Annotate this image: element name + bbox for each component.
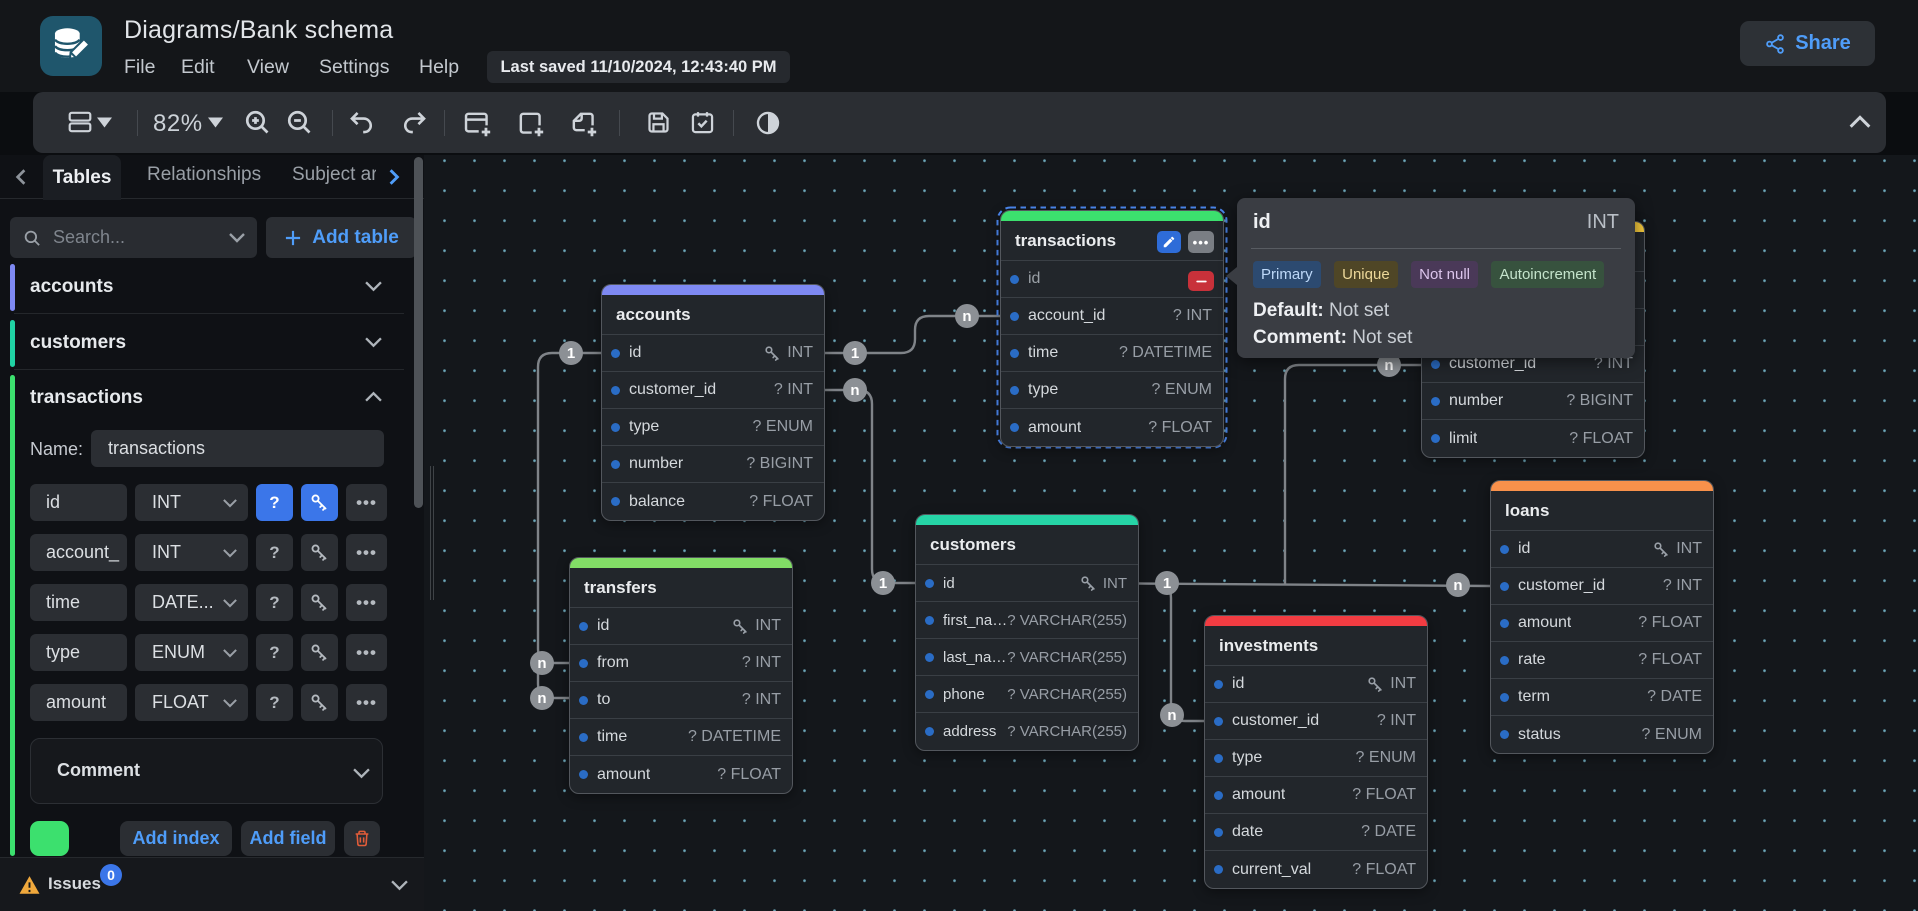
svg-text:n: n <box>537 690 546 707</box>
svg-text:n: n <box>1167 707 1176 724</box>
svg-text:n: n <box>962 308 971 325</box>
svg-text:1: 1 <box>879 575 887 592</box>
svg-text:1: 1 <box>1163 575 1171 592</box>
svg-text:1: 1 <box>567 345 575 362</box>
svg-text:n: n <box>537 655 546 672</box>
svg-text:1: 1 <box>851 345 859 362</box>
svg-text:n: n <box>1384 357 1393 374</box>
svg-text:n: n <box>850 382 859 399</box>
svg-text:n: n <box>1453 577 1462 594</box>
